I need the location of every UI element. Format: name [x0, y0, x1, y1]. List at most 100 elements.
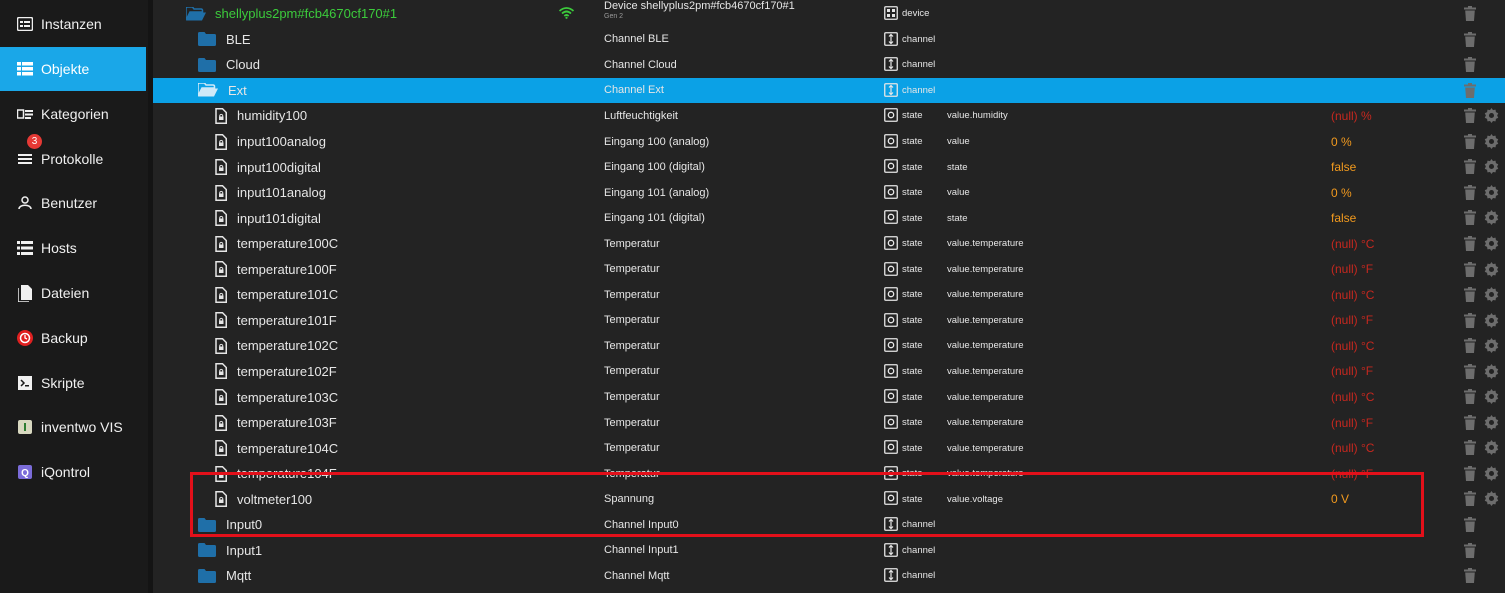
- state-file-icon[interactable]: [215, 184, 227, 201]
- delete-icon[interactable]: [1464, 491, 1478, 507]
- nav-item-objekte[interactable]: Objekte: [0, 47, 146, 91]
- object-value[interactable]: (null) °C: [1331, 384, 1374, 410]
- state-row[interactable]: input100digital Eingang 100 (digital) stat…: [153, 154, 1505, 180]
- gear-icon[interactable]: [1484, 108, 1499, 124]
- nav-item-kategorien[interactable]: Kategorien: [0, 92, 146, 136]
- channel-row[interactable]: Cloud Channel Cloud channel: [153, 52, 1505, 78]
- gear-icon[interactable]: [1484, 133, 1499, 149]
- object-value[interactable]: (null) %: [1331, 103, 1372, 129]
- delete-icon[interactable]: [1464, 235, 1478, 252]
- device-row[interactable]: shellyplus2pm#fcb4670cf170#1 Device shell…: [153, 0, 1505, 27]
- object-value[interactable]: false: [1331, 205, 1356, 231]
- gear-icon[interactable]: [1484, 159, 1499, 175]
- state-file-icon[interactable]: [215, 389, 227, 405]
- folder-open-icon[interactable]: [198, 83, 218, 97]
- state-file-icon[interactable]: [215, 363, 227, 380]
- state-row[interactable]: temperature104C Temperatur state value.temp…: [153, 435, 1505, 461]
- state-row[interactable]: voltmeter100 Spannung state value.voltage 0 …: [153, 486, 1505, 512]
- state-row[interactable]: temperature100C Temperatur state value.temp…: [153, 231, 1505, 257]
- state-row[interactable]: humidity100 Luftfeuchtigkeit state value.hu…: [153, 103, 1505, 129]
- folder-icon[interactable]: [198, 57, 216, 72]
- state-row[interactable]: input100analog Eingang 100 (analog) state v…: [153, 129, 1505, 155]
- nav-item-backup[interactable]: Backup: [0, 316, 146, 360]
- state-row[interactable]: temperature104F Temperatur state value.temp…: [153, 461, 1505, 487]
- state-file-icon[interactable]: [215, 337, 227, 354]
- folder-icon[interactable]: [198, 568, 216, 583]
- delete-icon[interactable]: [1464, 465, 1478, 482]
- delete-icon[interactable]: [1464, 108, 1478, 124]
- state-file-icon[interactable]: [215, 286, 227, 303]
- channel-row[interactable]: BLE Channel BLE channel: [153, 27, 1505, 53]
- delete-icon[interactable]: [1464, 82, 1478, 99]
- delete-icon[interactable]: [1464, 261, 1478, 278]
- gear-icon[interactable]: [1484, 184, 1499, 200]
- delete-icon[interactable]: [1464, 363, 1478, 380]
- object-value[interactable]: (null) °C: [1331, 435, 1374, 461]
- state-file-icon[interactable]: [215, 159, 227, 176]
- gear-icon[interactable]: [1484, 363, 1499, 379]
- delete-icon[interactable]: [1464, 287, 1478, 303]
- state-file-icon[interactable]: [215, 107, 227, 124]
- delete-icon[interactable]: [1464, 184, 1478, 201]
- state-row[interactable]: temperature102F Temperatur state value.temp…: [153, 359, 1505, 385]
- state-row[interactable]: temperature101F Temperatur state value.temp…: [153, 308, 1505, 334]
- state-file-icon[interactable]: [215, 261, 227, 278]
- folder-icon[interactable]: [198, 543, 216, 558]
- delete-icon[interactable]: [1464, 210, 1478, 226]
- object-value[interactable]: (null) °F: [1331, 410, 1373, 436]
- state-file-icon[interactable]: [215, 210, 227, 227]
- nav-item-benutzer[interactable]: Benutzer: [0, 181, 146, 225]
- state-file-icon[interactable]: [215, 465, 227, 482]
- channel-row[interactable]: Input0 Channel Input0 channel: [153, 512, 1505, 538]
- delete-icon[interactable]: [1464, 6, 1478, 22]
- gear-icon[interactable]: [1484, 414, 1499, 430]
- gear-icon[interactable]: [1484, 338, 1499, 354]
- gear-icon[interactable]: [1484, 389, 1499, 405]
- state-row[interactable]: temperature103C Temperatur state value.temp…: [153, 384, 1505, 410]
- channel-row[interactable]: Ext Channel Ext channel: [153, 77, 1505, 104]
- gear-icon[interactable]: [1484, 491, 1499, 507]
- nav-item-inventwo-vis[interactable]: inventwo VIS: [0, 405, 146, 449]
- folder-open-icon[interactable]: [186, 6, 206, 21]
- delete-icon[interactable]: [1464, 312, 1478, 329]
- gear-icon[interactable]: [1484, 312, 1499, 328]
- state-row[interactable]: temperature103F Temperatur state value.temp…: [153, 410, 1505, 436]
- state-file-icon[interactable]: [215, 491, 227, 508]
- channel-row[interactable]: Input1 Channel Input1 channel: [153, 538, 1505, 564]
- object-value[interactable]: 0 %: [1331, 129, 1352, 155]
- delete-icon[interactable]: [1464, 440, 1478, 456]
- delete-icon[interactable]: [1464, 517, 1478, 533]
- delete-icon[interactable]: [1464, 338, 1478, 354]
- nav-item-hosts[interactable]: Hosts: [0, 226, 146, 270]
- gear-icon[interactable]: [1484, 210, 1499, 226]
- folder-icon[interactable]: [198, 517, 216, 532]
- state-row[interactable]: input101analog Eingang 101 (analog) state v…: [153, 180, 1505, 206]
- nav-item-dateien[interactable]: Dateien: [0, 271, 146, 315]
- state-file-icon[interactable]: [215, 133, 227, 150]
- delete-icon[interactable]: [1464, 389, 1478, 405]
- state-row[interactable]: temperature100F Temperatur state value.temp…: [153, 257, 1505, 283]
- object-value[interactable]: (null) °C: [1331, 282, 1374, 308]
- delete-icon[interactable]: [1464, 133, 1478, 150]
- object-value[interactable]: 0 %: [1331, 180, 1352, 206]
- folder-icon[interactable]: [198, 32, 216, 47]
- state-file-icon[interactable]: [215, 312, 227, 329]
- gear-icon[interactable]: [1484, 440, 1499, 456]
- object-value[interactable]: (null) °F: [1331, 257, 1373, 283]
- state-file-icon[interactable]: [215, 414, 227, 431]
- object-value[interactable]: (null) °F: [1331, 461, 1373, 487]
- nav-item-skripte[interactable]: Skripte: [0, 361, 146, 405]
- channel-row[interactable]: Mqtt Channel Mqtt channel: [153, 563, 1505, 589]
- delete-icon[interactable]: [1464, 57, 1478, 73]
- object-value[interactable]: (null) °F: [1331, 308, 1373, 334]
- delete-icon[interactable]: [1464, 31, 1478, 48]
- object-value[interactable]: (null) °C: [1331, 333, 1374, 359]
- delete-icon[interactable]: [1464, 414, 1478, 431]
- nav-item-instanzen[interactable]: Instanzen: [0, 2, 146, 46]
- state-row[interactable]: input101digital Eingang 101 (digital) stat…: [153, 205, 1505, 231]
- object-value[interactable]: 0 V: [1331, 486, 1349, 512]
- delete-icon[interactable]: [1464, 159, 1478, 175]
- delete-icon[interactable]: [1464, 542, 1478, 559]
- state-file-icon[interactable]: [215, 440, 227, 457]
- gear-icon[interactable]: [1484, 261, 1499, 277]
